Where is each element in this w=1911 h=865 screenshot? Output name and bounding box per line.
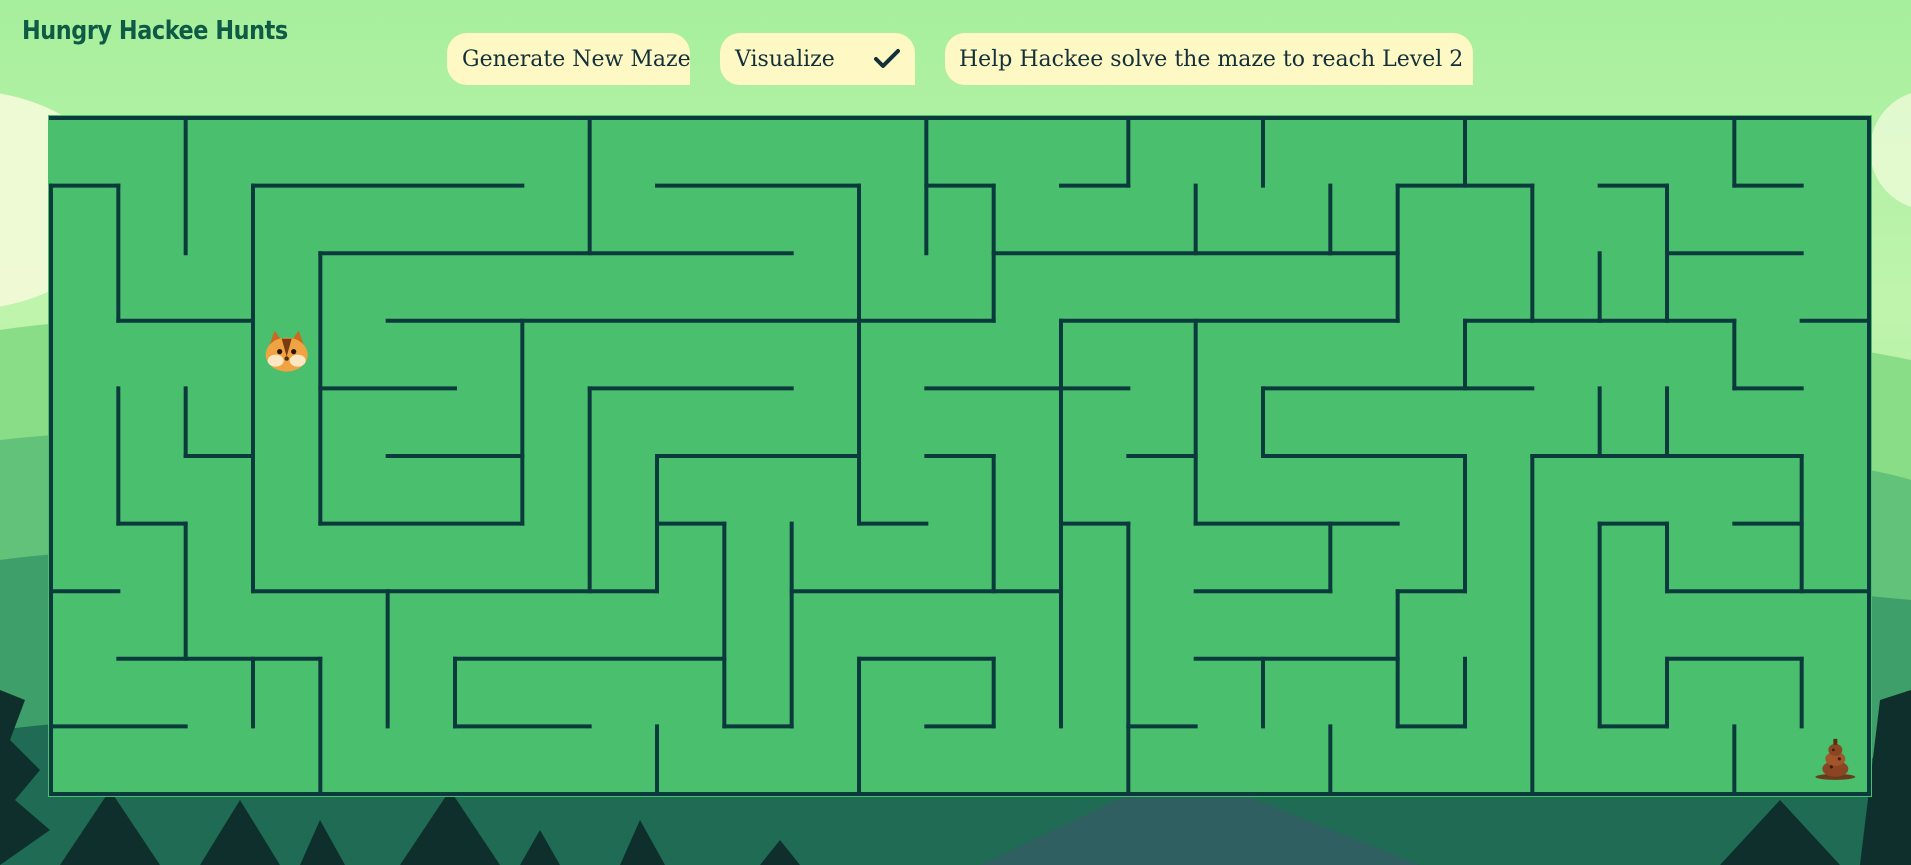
generate-maze-label: Generate New Maze (462, 46, 691, 72)
hint-banner: Help Hackee solve the maze to reach Leve… (945, 33, 1473, 85)
generate-maze-button[interactable]: Generate New Maze (447, 33, 691, 85)
maze-board[interactable] (48, 115, 1872, 797)
visualize-label: Visualize (735, 46, 835, 72)
app-logo: Hungry Hackee Hunts (22, 16, 288, 46)
visualize-button[interactable]: Visualize (720, 33, 915, 85)
hint-text: Help Hackee solve the maze to reach Leve… (959, 46, 1464, 72)
checkmark-icon (874, 49, 900, 68)
